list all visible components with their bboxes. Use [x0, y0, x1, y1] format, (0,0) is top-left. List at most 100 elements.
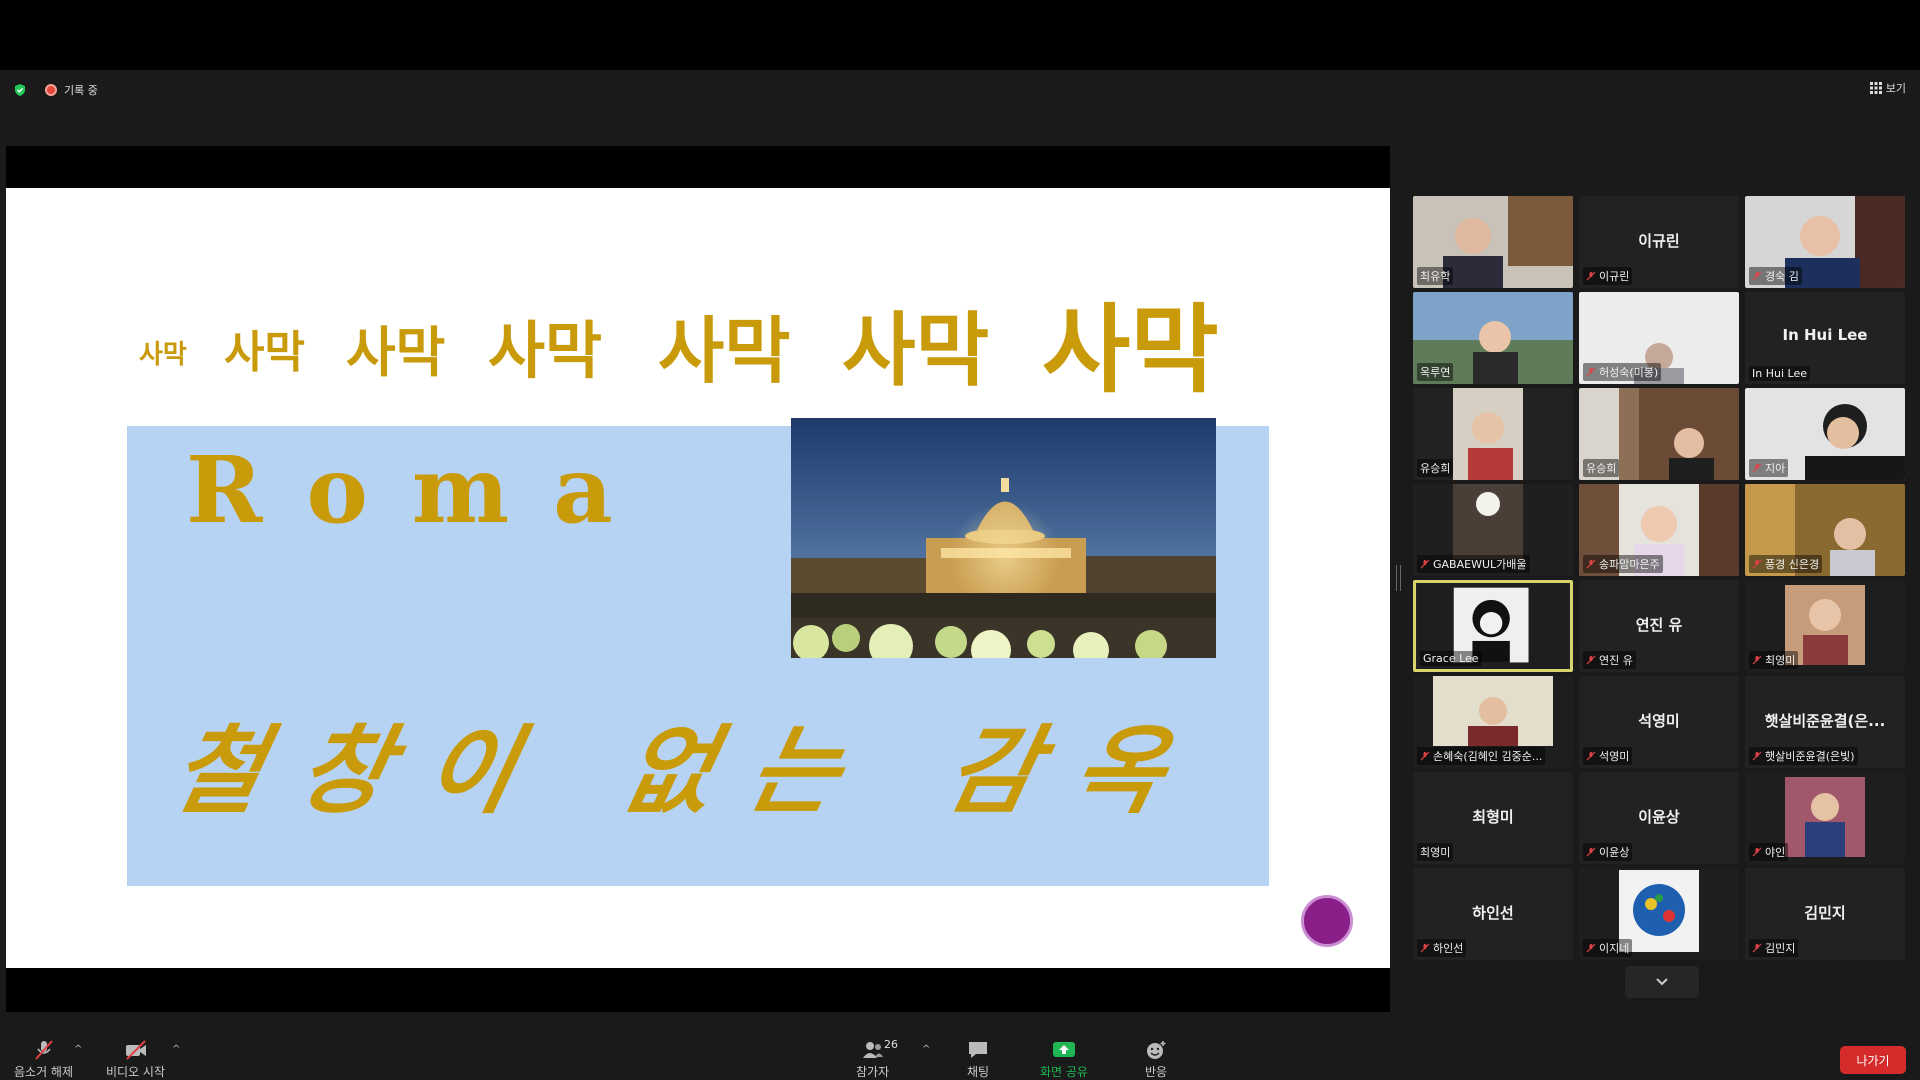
participant-tile[interactable]: 지아 [1745, 388, 1905, 480]
participant-tile[interactable]: 햇살비준윤결(은... 햇살비준윤결(은빛) [1745, 676, 1905, 768]
mic-muted-icon [34, 1040, 53, 1060]
mic-muted-icon [1752, 751, 1762, 761]
participant-tile[interactable]: 송파맘마은주 [1579, 484, 1739, 576]
participant-tile[interactable]: 연진 유 연진 유 [1579, 580, 1739, 672]
view-button[interactable]: 보기 [1869, 80, 1906, 96]
mic-muted-icon [1586, 751, 1596, 761]
desert-word-2: 사막 [224, 327, 305, 378]
participant-tile[interactable]: 손혜숙(김혜인 김중순... [1413, 676, 1573, 768]
desert-word-6: 사막 [842, 304, 990, 397]
mic-muted-icon [1420, 943, 1430, 953]
mic-muted-icon [1586, 943, 1596, 953]
participant-tile[interactable]: 허성숙(미봉) [1579, 292, 1739, 384]
unmute-button[interactable]: 음소거 해제 [14, 1040, 73, 1080]
participant-caption: 하인선 [1417, 939, 1467, 957]
participant-tile[interactable]: 최유학 [1413, 196, 1573, 288]
participant-caption: 김민지 [1749, 939, 1799, 957]
shared-screen: 사막 사막 사막 사막 사막 사막 사막 Roma 철창이 없는 감옥 [6, 146, 1390, 1012]
video-off-icon [125, 1040, 146, 1060]
presentation-slide: 사막 사막 사막 사막 사막 사막 사막 Roma 철창이 없는 감옥 [6, 188, 1390, 968]
participant-caption: GABAEWUL가배울 [1417, 555, 1530, 573]
participant-caption: Grace Lee [1420, 651, 1482, 666]
mic-muted-icon [1586, 271, 1596, 281]
participant-caption: 연진 유 [1583, 651, 1636, 669]
mic-muted-icon [1586, 559, 1596, 569]
participant-tile[interactable]: 유승희 [1579, 388, 1739, 480]
participants-options-caret[interactable]: ^ [922, 1044, 930, 1055]
grid-icon [1869, 82, 1882, 94]
participant-tile[interactable]: In Hui Lee In Hui Lee [1745, 292, 1905, 384]
participant-tile-active-speaker[interactable]: Grace Lee [1413, 580, 1573, 672]
chat-icon [969, 1042, 987, 1058]
mic-muted-icon [1420, 559, 1430, 569]
participant-tile[interactable]: 풍경 신은경 [1745, 484, 1905, 576]
participant-tile[interactable]: 유승희 [1413, 388, 1573, 480]
desert-word-3: 사막 [346, 321, 446, 384]
participant-caption: 야인 [1749, 843, 1789, 861]
participant-caption: 풍경 신은경 [1749, 555, 1823, 573]
chat-button[interactable]: 채팅 [966, 1040, 990, 1080]
chevron-down-icon [1656, 978, 1668, 986]
participant-tile[interactable]: 김민지 김민지 [1745, 868, 1905, 960]
participant-tile[interactable]: 이지네 [1579, 868, 1739, 960]
participant-caption: 이지네 [1583, 939, 1633, 957]
annotation-cursor [1301, 895, 1353, 947]
participant-caption: 최유학 [1417, 267, 1454, 285]
audio-options-caret[interactable]: ^ [74, 1044, 82, 1055]
mic-muted-icon [1586, 655, 1596, 665]
mic-muted-icon [1586, 847, 1596, 857]
participants-count: 26 [884, 1038, 898, 1051]
participant-tile[interactable]: 최형미 최영미 [1413, 772, 1573, 864]
status-bar: 기록 중 보기 [0, 70, 1920, 110]
prison-text: 철창이 없는 감옥 [162, 715, 1214, 827]
participant-caption: 최영미 [1417, 843, 1454, 861]
reactions-button[interactable]: 반응 [1144, 1040, 1168, 1080]
share-screen-button[interactable]: 화면 공유 [1040, 1040, 1088, 1080]
participant-caption: In Hui Lee [1749, 366, 1810, 381]
gallery-next-page-button[interactable] [1625, 966, 1699, 998]
participant-caption: 송파맘마은주 [1583, 555, 1663, 573]
participant-caption: 이규린 [1583, 267, 1633, 285]
view-label: 보기 [1885, 82, 1906, 95]
participant-caption: 최영미 [1749, 651, 1799, 669]
rome-basilica-photo [791, 418, 1216, 658]
participant-caption: 지아 [1749, 459, 1789, 477]
participant-caption: 경숙 김 [1749, 267, 1802, 285]
participant-tile[interactable]: 최영미 [1745, 580, 1905, 672]
emoji-icon [1147, 1041, 1166, 1059]
desert-word-5: 사막 [658, 309, 791, 393]
mic-muted-icon [1752, 847, 1762, 857]
participant-caption: 유승희 [1583, 459, 1620, 477]
participant-tile[interactable]: 야인 [1745, 772, 1905, 864]
desert-word-7: 사막 [1042, 294, 1219, 406]
participant-caption: 석영미 [1583, 747, 1633, 765]
participant-tile[interactable]: 석영미 석영미 [1579, 676, 1739, 768]
participant-tile[interactable]: GABAEWUL가배울 [1413, 484, 1573, 576]
mic-muted-icon [1752, 463, 1762, 473]
participant-caption: 손혜숙(김혜인 김중순... [1417, 747, 1546, 765]
start-video-button[interactable]: 비디오 시작 [106, 1040, 165, 1080]
participant-tile[interactable]: 경숙 김 [1745, 196, 1905, 288]
mic-muted-icon [1752, 655, 1762, 665]
recording-label: 기록 중 [64, 84, 98, 97]
mic-muted-icon [1420, 751, 1430, 761]
participants-icon [862, 1042, 883, 1058]
participant-caption: 햇살비준윤결(은빛) [1749, 747, 1858, 765]
participant-tile[interactable]: 하인선 하인선 [1413, 868, 1573, 960]
participants-button[interactable]: 참가자 26 [856, 1038, 898, 1080]
resize-handle[interactable] [1396, 565, 1401, 591]
participant-tile[interactable]: 이윤상 이윤상 [1579, 772, 1739, 864]
participant-tile[interactable]: 옥루연 [1413, 292, 1573, 384]
leave-meeting-button[interactable]: 나가기 [1840, 1046, 1906, 1074]
zoom-window: 기록 중 보기 사막 사막 사막 사막 사막 사막 사막 Roma 철창이 없는… [0, 0, 1920, 1080]
recording-icon[interactable] [45, 84, 57, 96]
participant-caption: 옥루연 [1417, 363, 1454, 381]
desert-word-4: 사막 [488, 314, 603, 387]
participant-caption: 이윤상 [1583, 843, 1633, 861]
shield-icon[interactable] [13, 83, 27, 97]
participant-tile[interactable]: 이규린 이규린 [1579, 196, 1739, 288]
mic-muted-icon [1752, 271, 1762, 281]
video-options-caret[interactable]: ^ [172, 1044, 180, 1055]
share-screen-icon [1052, 1042, 1075, 1057]
participant-caption: 유승희 [1417, 459, 1454, 477]
